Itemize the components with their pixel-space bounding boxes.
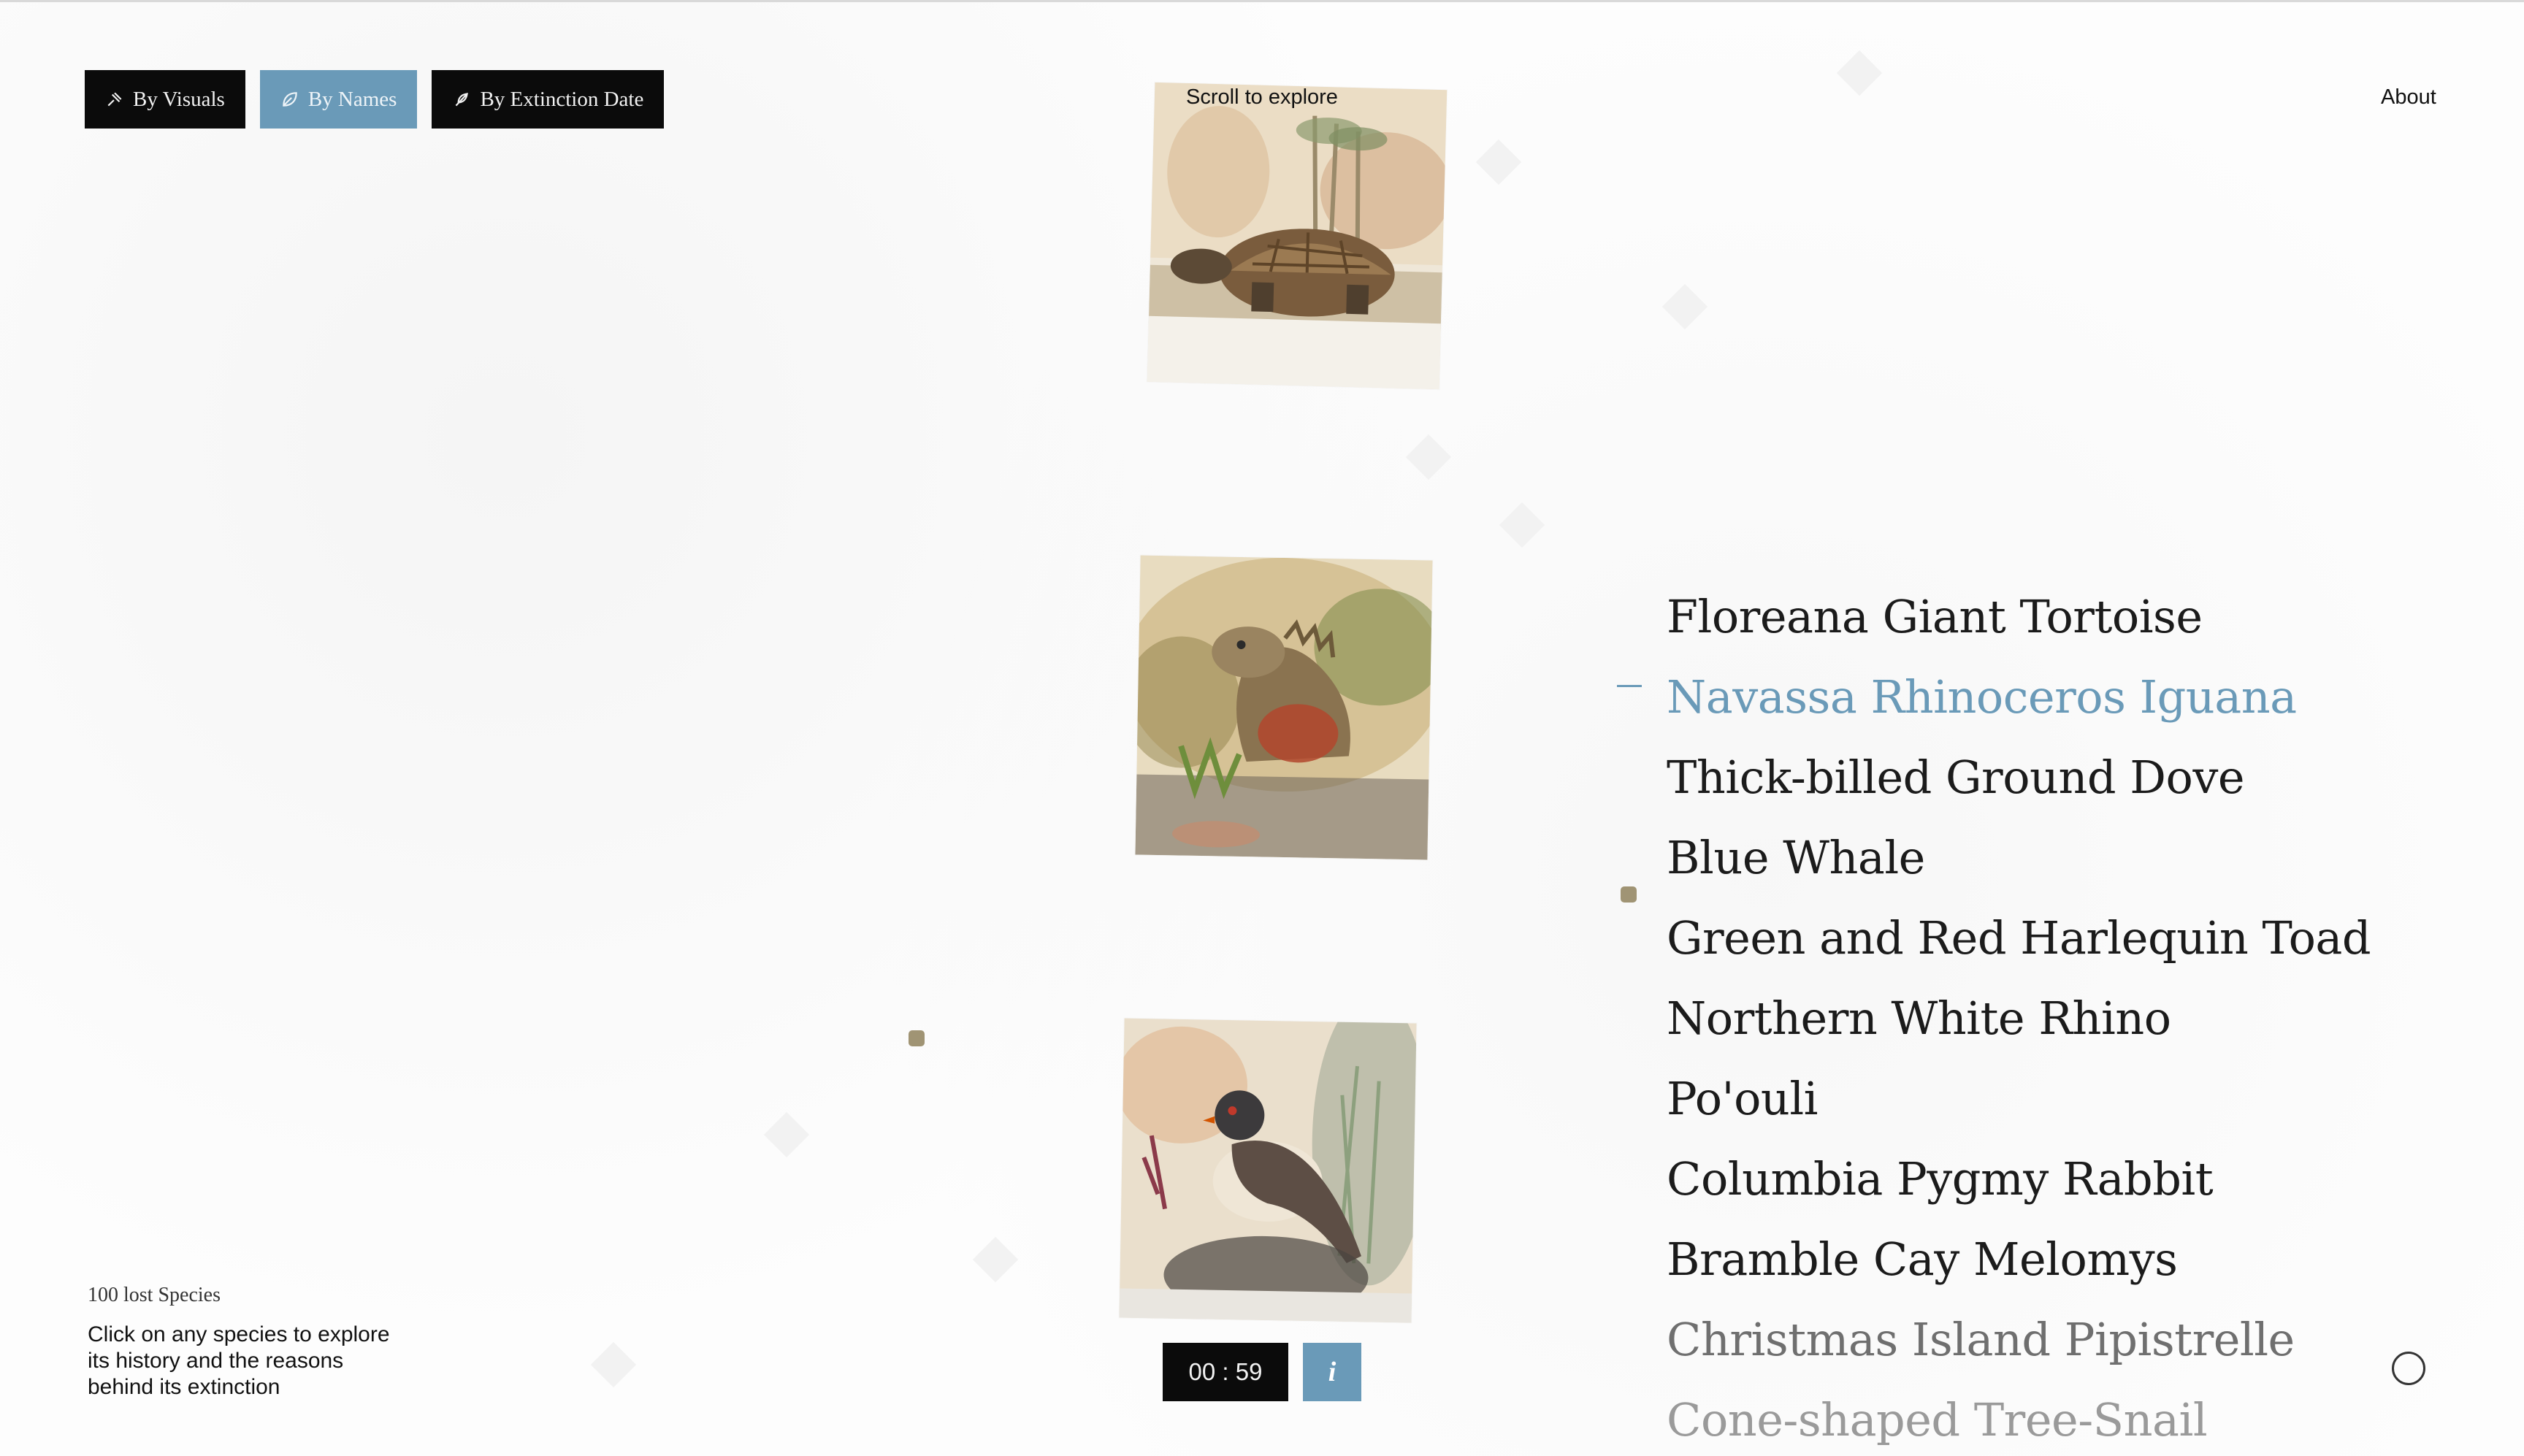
tortoise-illustration bbox=[1147, 82, 1448, 390]
decor-diamond bbox=[1475, 139, 1522, 185]
decor-diamond bbox=[972, 1236, 1019, 1283]
scroll-hint: Scroll to explore bbox=[1186, 85, 1338, 109]
decor-diamond bbox=[1405, 434, 1452, 480]
filter-label: By Names bbox=[307, 87, 397, 111]
species-item[interactable]: Bramble Cay Melomys bbox=[1667, 1219, 2371, 1300]
species-count-label: 100 lost Species bbox=[88, 1284, 221, 1306]
filter-by-names-button[interactable]: By Names bbox=[259, 70, 418, 129]
filter-label: By Visuals bbox=[133, 87, 225, 111]
species-item[interactable]: Green and Red Harlequin Toad bbox=[1667, 898, 2371, 978]
species-item[interactable]: Thick-billed Ground Dove bbox=[1667, 737, 2371, 818]
species-item[interactable]: Columbia Pygmy Rabbit bbox=[1667, 1139, 2371, 1219]
decor-diamond bbox=[1499, 502, 1545, 548]
species-item[interactable]: Christmas Island Pipistrelle bbox=[1667, 1300, 2371, 1380]
decor-diamond bbox=[763, 1111, 810, 1158]
species-list: Floreana Giant Tortoise Navassa Rhinocer… bbox=[1667, 577, 2371, 1456]
species-item[interactable]: Navassa Rhinoceros Iguana bbox=[1667, 657, 2371, 737]
filter-label: By Extinction Date bbox=[480, 87, 644, 111]
about-link[interactable]: About bbox=[2381, 85, 2436, 110]
active-species-marker bbox=[1617, 685, 1642, 687]
feather-icon bbox=[456, 93, 469, 107]
species-image-iguana[interactable] bbox=[1135, 555, 1433, 860]
timer: 00 : 59 bbox=[1163, 1343, 1288, 1401]
page: By Visuals By Names By Extinction Date S… bbox=[0, 0, 2524, 1456]
pin-icon bbox=[107, 92, 122, 107]
top-divider bbox=[0, 0, 2524, 2]
iguana-illustration bbox=[1135, 555, 1433, 860]
species-image-tortoise[interactable] bbox=[1147, 82, 1448, 390]
leaf-icon bbox=[283, 92, 297, 107]
ground-dove-illustration bbox=[1119, 1018, 1417, 1323]
species-item[interactable]: Floreana Giant Tortoise bbox=[1667, 577, 2371, 657]
cursor-ring bbox=[2392, 1352, 2425, 1385]
help-text: Click on any species to explore its hist… bbox=[88, 1322, 390, 1399]
filter-by-extinction-date-button[interactable]: By Extinction Date bbox=[432, 70, 665, 129]
decor-speck bbox=[1621, 886, 1637, 903]
info-button[interactable]: i bbox=[1303, 1343, 1361, 1401]
species-item[interactable]: Northern White Rhino bbox=[1667, 978, 2371, 1059]
species-item[interactable]: Cone-shaped Tree-Snail bbox=[1667, 1380, 2371, 1456]
species-item[interactable]: Po'ouli bbox=[1667, 1059, 2371, 1139]
decor-speck bbox=[909, 1030, 925, 1046]
decor-diamond bbox=[1661, 283, 1708, 330]
decor-diamond bbox=[590, 1341, 637, 1388]
filter-by-visuals-button[interactable]: By Visuals bbox=[85, 70, 245, 129]
species-item[interactable]: Blue Whale bbox=[1667, 818, 2371, 898]
species-image-ground-dove[interactable] bbox=[1119, 1018, 1417, 1323]
decor-diamond bbox=[1836, 50, 1883, 96]
filter-bar: By Visuals By Names By Extinction Date bbox=[85, 70, 665, 129]
